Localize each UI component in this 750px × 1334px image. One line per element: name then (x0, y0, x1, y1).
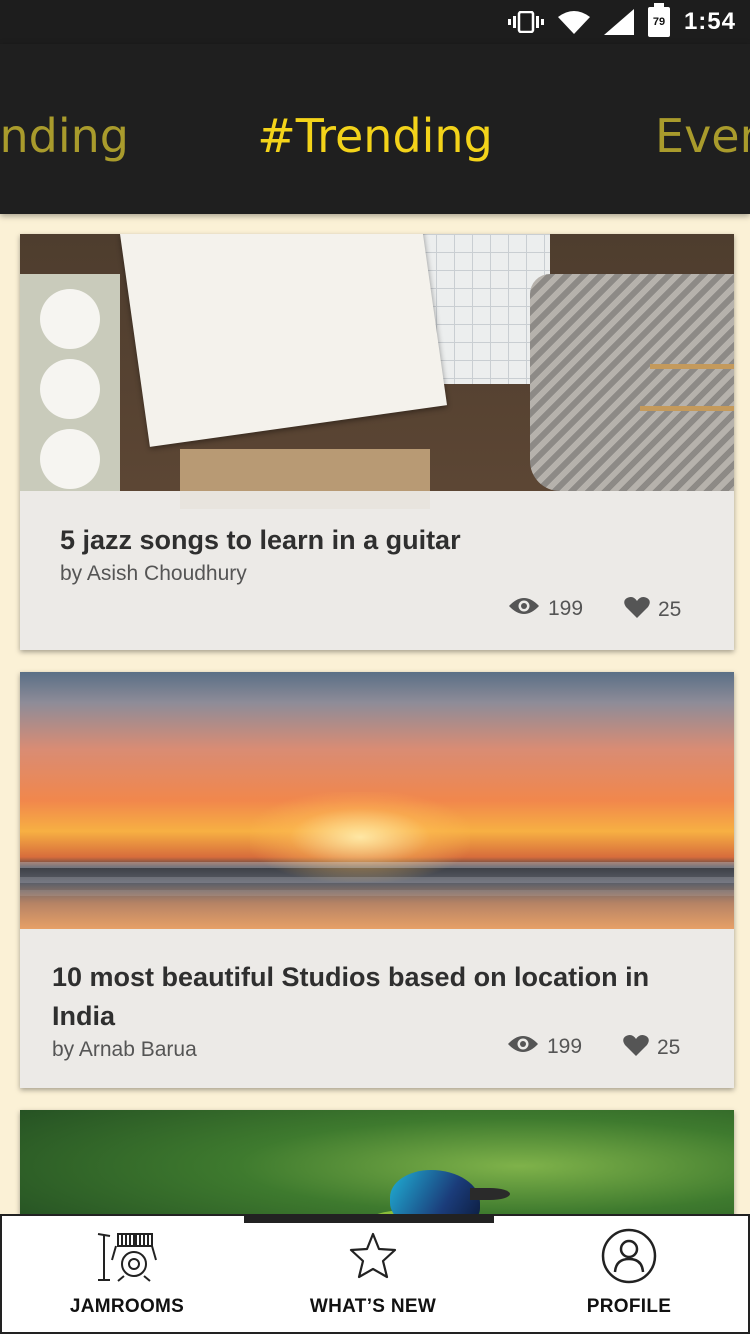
wifi-icon (557, 10, 590, 34)
nav-label: JAMROOMS (69, 1296, 185, 1317)
user-icon (601, 1228, 657, 1289)
views-value: 199 (547, 1035, 583, 1058)
clock: 1:54 (683, 8, 736, 35)
drum-kit-icon (96, 1230, 158, 1287)
category-tab-next[interactable]: Events (655, 109, 750, 163)
views-count: 199 (507, 1034, 582, 1060)
likes-value: 25 (657, 1036, 681, 1059)
cell-signal-icon (603, 9, 634, 35)
post-card[interactable]: 10 most beautiful Studios based on locat… (20, 672, 734, 1088)
category-carousel[interactable]: #Trending #Trending Events (0, 44, 750, 214)
views-value: 199 (548, 597, 584, 620)
nav-whats-new[interactable]: WHAT’S NEW (248, 1216, 498, 1332)
heart-icon (623, 1034, 649, 1062)
views-count: 199 (508, 596, 583, 622)
post-author: by Asish Choudhury (60, 562, 247, 585)
bottom-navigation: JAMROOMS WHAT’S NEW PROFILE (0, 1214, 750, 1334)
likes-count[interactable]: 25 (624, 596, 681, 624)
eye-icon (508, 596, 540, 622)
post-card[interactable]: 5 jazz songs to learn in a guitar by Asi… (20, 234, 734, 650)
likes-value: 25 (658, 598, 682, 621)
category-tab-current[interactable]: #Trending (0, 109, 750, 163)
vibrate-icon (507, 11, 544, 33)
star-icon (348, 1232, 398, 1285)
status-bar: 79 1:54 (0, 0, 750, 44)
post-title[interactable]: 5 jazz songs to learn in a guitar (60, 521, 700, 560)
heart-icon (624, 596, 650, 624)
nav-label: WHAT’S NEW (309, 1296, 437, 1317)
likes-count[interactable]: 25 (623, 1034, 680, 1062)
post-title[interactable]: 10 most beautiful Studios based on locat… (52, 958, 702, 1036)
nav-jamrooms[interactable]: JAMROOMS (2, 1216, 252, 1332)
eye-icon (507, 1034, 539, 1060)
post-cover-image (20, 672, 734, 929)
battery-icon: 79 (647, 3, 670, 37)
nav-label: PROFILE (586, 1296, 672, 1317)
post-cover-image (20, 234, 734, 509)
post-author: by Arnab Barua (52, 1038, 197, 1061)
nav-profile[interactable]: PROFILE (504, 1216, 750, 1332)
